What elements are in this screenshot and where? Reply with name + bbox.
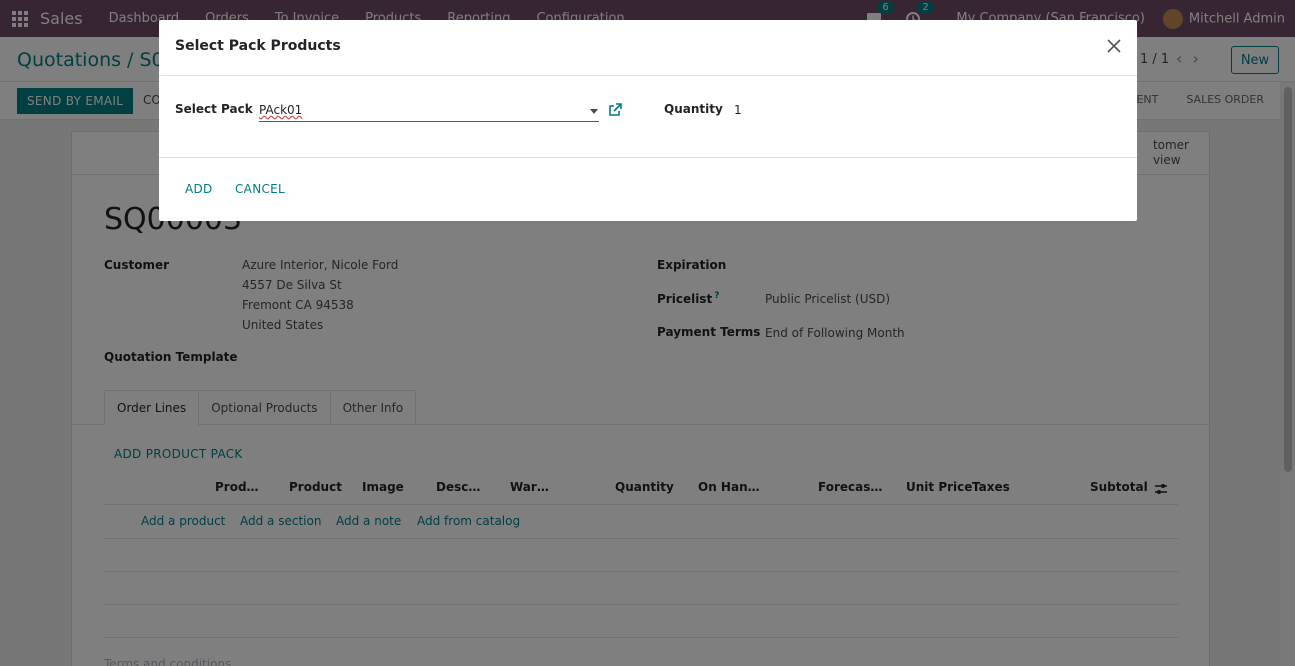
chevron-down-icon[interactable]: [590, 109, 598, 114]
dialog-title: Select Pack Products: [175, 38, 341, 54]
cancel-button[interactable]: CANCEL: [235, 182, 285, 196]
quantity-field[interactable]: 1: [734, 103, 742, 117]
dialog-body: Select Pack PAck01 Quantity 1: [159, 76, 1137, 158]
close-icon[interactable]: [1105, 37, 1123, 55]
add-button[interactable]: ADD: [185, 182, 213, 196]
external-link-icon[interactable]: [608, 103, 622, 117]
quantity-label: Quantity: [664, 102, 723, 116]
select-pack-dialog: Select Pack Products Select Pack PAck01 …: [159, 20, 1137, 221]
select-pack-label: Select Pack: [175, 102, 253, 116]
dialog-header: Select Pack Products: [159, 20, 1137, 76]
dialog-footer: ADD CANCEL: [159, 158, 1137, 221]
select-pack-input[interactable]: PAck01: [259, 98, 599, 122]
